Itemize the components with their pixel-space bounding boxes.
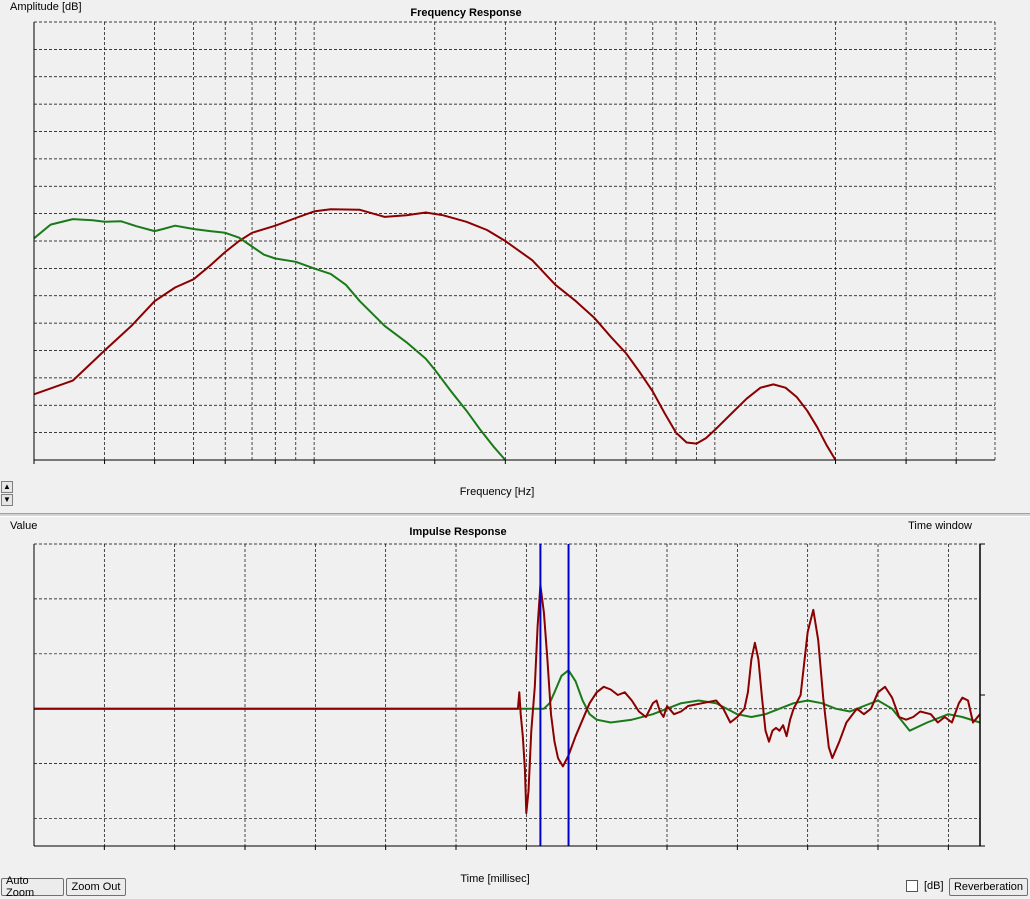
- impulse-series-line-1: [34, 584, 981, 815]
- impulse-window-markers[interactable]: [539, 544, 570, 846]
- impulse-grid: [34, 543, 980, 846]
- auto-zoom-button[interactable]: Auto Zoom: [1, 875, 64, 899]
- impulse-series: [34, 584, 981, 815]
- impulse-time-window-label: Time window: [908, 520, 972, 532]
- freq-y-axis-label: Amplitude [dB]: [10, 1, 82, 13]
- impulse-y-axis-label: Value: [10, 520, 37, 532]
- impulse-series-line-0: [34, 669, 981, 732]
- impulse-response-panel[interactable]: Impulse Response Value Time window Time …: [10, 520, 985, 885]
- freq-title: Frequency Response: [410, 7, 521, 19]
- reverberation-button[interactable]: Reverberation: [949, 878, 1028, 896]
- freq-x-axis-label: Frequency [Hz]: [460, 486, 535, 498]
- scroll-up-button[interactable]: ▲: [1, 481, 13, 493]
- charts-canvas: Frequency Response Amplitude [dB] Freque…: [0, 0, 1030, 885]
- impulse-title: Impulse Response: [409, 526, 506, 538]
- panel-splitter[interactable]: [0, 513, 1030, 517]
- impulse-x-ticks: [103, 846, 949, 850]
- db-checkbox-label: [dB]: [924, 880, 944, 892]
- frequency-response-panel[interactable]: Frequency Response Amplitude [dB] Freque…: [0, 0, 1030, 512]
- db-checkbox[interactable]: [906, 880, 918, 892]
- scroll-down-button[interactable]: ▼: [1, 494, 13, 506]
- zoom-out-button[interactable]: Zoom Out: [66, 878, 126, 896]
- impulse-x-axis-label: Time [millisec]: [460, 873, 529, 885]
